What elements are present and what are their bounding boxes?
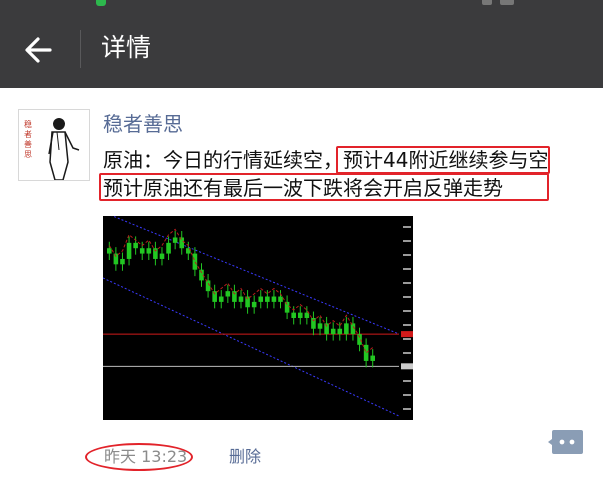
price-axis-tick <box>403 268 411 270</box>
price-axis-tick <box>403 394 411 396</box>
candle-body <box>232 291 237 302</box>
avatar-signature: 稳 <box>24 119 32 129</box>
candle-body <box>330 328 336 335</box>
timestamp: 昨天 13:23 <box>104 447 188 466</box>
candle-body <box>265 296 270 302</box>
candle-body <box>139 248 145 254</box>
candle-body <box>159 253 165 259</box>
back-button[interactable] <box>18 28 62 72</box>
candle-body <box>284 301 290 313</box>
candle-body <box>146 248 152 254</box>
candle-body <box>291 312 296 318</box>
candle-body <box>153 248 158 259</box>
avatar-illustration: 稳 者 善 思 <box>19 110 89 180</box>
candle-body <box>297 312 303 318</box>
author-name[interactable]: 稳者善思 <box>103 110 183 138</box>
candle-body <box>212 291 217 302</box>
candle-body <box>278 296 283 302</box>
candle-body <box>337 328 343 335</box>
price-axis-tick <box>403 296 411 298</box>
svg-text:思: 思 <box>24 150 32 159</box>
comment-button[interactable] <box>548 428 584 456</box>
moments-detail-page: 详情 稳 者 善 思 稳者善思 原油：今日的行情延续空，预计44附近继续参与空 … <box>0 0 603 479</box>
candle-body <box>179 237 185 249</box>
candle-body <box>113 253 119 265</box>
channel-lower-line <box>102 277 400 417</box>
candle-body <box>107 248 112 254</box>
nav-bar: 详情 <box>0 8 603 88</box>
candle-body <box>311 318 316 329</box>
candle-body <box>133 242 138 249</box>
candle-body <box>344 323 349 335</box>
highlight-box-2 <box>99 173 549 201</box>
avatar[interactable]: 稳 者 善 思 <box>18 109 90 181</box>
candle-body <box>251 301 257 308</box>
price-axis-tick <box>403 338 411 340</box>
price-axis-tick <box>403 240 411 242</box>
candle-body <box>238 296 244 302</box>
price-axis-tick <box>403 282 411 284</box>
price-axis-tick <box>403 310 411 312</box>
candle-body <box>271 296 277 302</box>
price-axis-marker-current <box>401 363 413 370</box>
delete-button[interactable]: 删除 <box>229 446 261 468</box>
status-bar <box>0 0 603 8</box>
price-axis-tick <box>403 254 411 256</box>
candle-body <box>363 344 369 361</box>
candle-body <box>225 291 231 297</box>
candle-body <box>370 355 375 361</box>
candle-body <box>120 258 125 265</box>
wechat-status-icon <box>96 0 106 6</box>
candle-body <box>166 242 171 254</box>
price-axis-tick <box>403 380 411 382</box>
candlestick-chart <box>102 211 413 417</box>
price-axis-tick <box>403 324 411 326</box>
battery-icon <box>500 0 514 5</box>
price-axis-tick <box>403 352 411 354</box>
signal-icon <box>482 0 492 5</box>
comment-bubble-icon <box>548 430 583 454</box>
candle-body <box>324 323 329 335</box>
channel-upper-line <box>102 211 400 335</box>
svg-text:者: 者 <box>24 130 32 139</box>
back-arrow-icon <box>25 37 52 63</box>
highlight-box-1 <box>336 146 550 174</box>
candle-body <box>218 296 224 302</box>
svg-text:善: 善 <box>24 139 32 149</box>
nav-divider <box>80 30 81 68</box>
candle-body <box>258 296 264 302</box>
candle-body <box>317 323 323 329</box>
price-axis-marker-red <box>401 331 413 338</box>
candle-body <box>192 253 198 270</box>
price-axis-tick <box>403 226 411 228</box>
price-axis-tick <box>403 408 411 410</box>
post-image-chart[interactable] <box>102 211 413 420</box>
page-title: 详情 <box>101 33 152 62</box>
candle-body <box>172 237 178 243</box>
candle-body <box>126 242 132 259</box>
